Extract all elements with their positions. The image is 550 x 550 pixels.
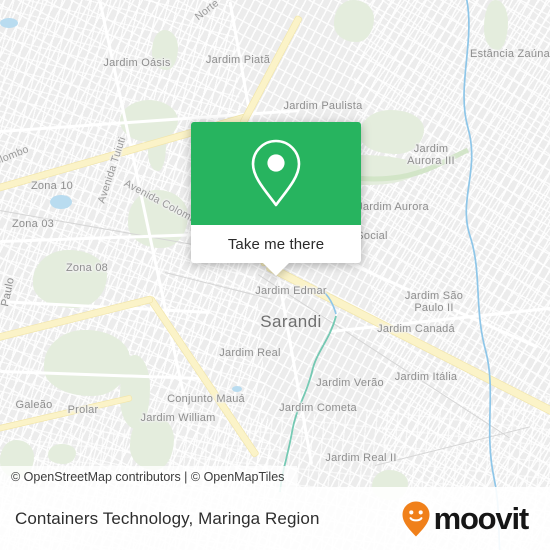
park-area <box>128 190 188 248</box>
moovit-map-screen: Norte Jardim Oásis Jardim Piatã Estância Za… <box>0 0 550 550</box>
popup-header <box>191 122 361 225</box>
park-area <box>130 415 174 470</box>
moovit-logo[interactable]: moovit <box>401 500 530 538</box>
water-body <box>0 18 18 28</box>
moovit-wordmark: moovit <box>433 501 530 536</box>
attribution-text: © OpenStreetMap contributors | © OpenMap… <box>11 469 285 484</box>
park-area <box>152 30 178 70</box>
moovit-smiley-pin-icon <box>402 501 430 536</box>
map-attribution[interactable]: © OpenStreetMap contributors | © OpenMap… <box>0 466 298 487</box>
water-body <box>50 195 72 209</box>
park-area <box>148 125 166 171</box>
park-area <box>48 444 76 464</box>
park-area <box>44 330 130 396</box>
park-area <box>334 0 374 42</box>
page-title: Containers Technology, Maringa Region <box>15 508 320 528</box>
popup-pointer-tail <box>263 263 289 276</box>
water-body <box>232 386 242 392</box>
park-area <box>33 250 107 308</box>
destination-popup[interactable]: Take me there <box>191 122 361 276</box>
location-pin-icon <box>251 139 301 206</box>
take-me-there-button[interactable]: Take me there <box>191 225 361 263</box>
park-area <box>484 0 508 50</box>
park-area <box>360 110 424 154</box>
footer-bar: Containers Technology, Maringa Region mo… <box>0 487 550 550</box>
take-me-there-label: Take me there <box>227 235 325 253</box>
